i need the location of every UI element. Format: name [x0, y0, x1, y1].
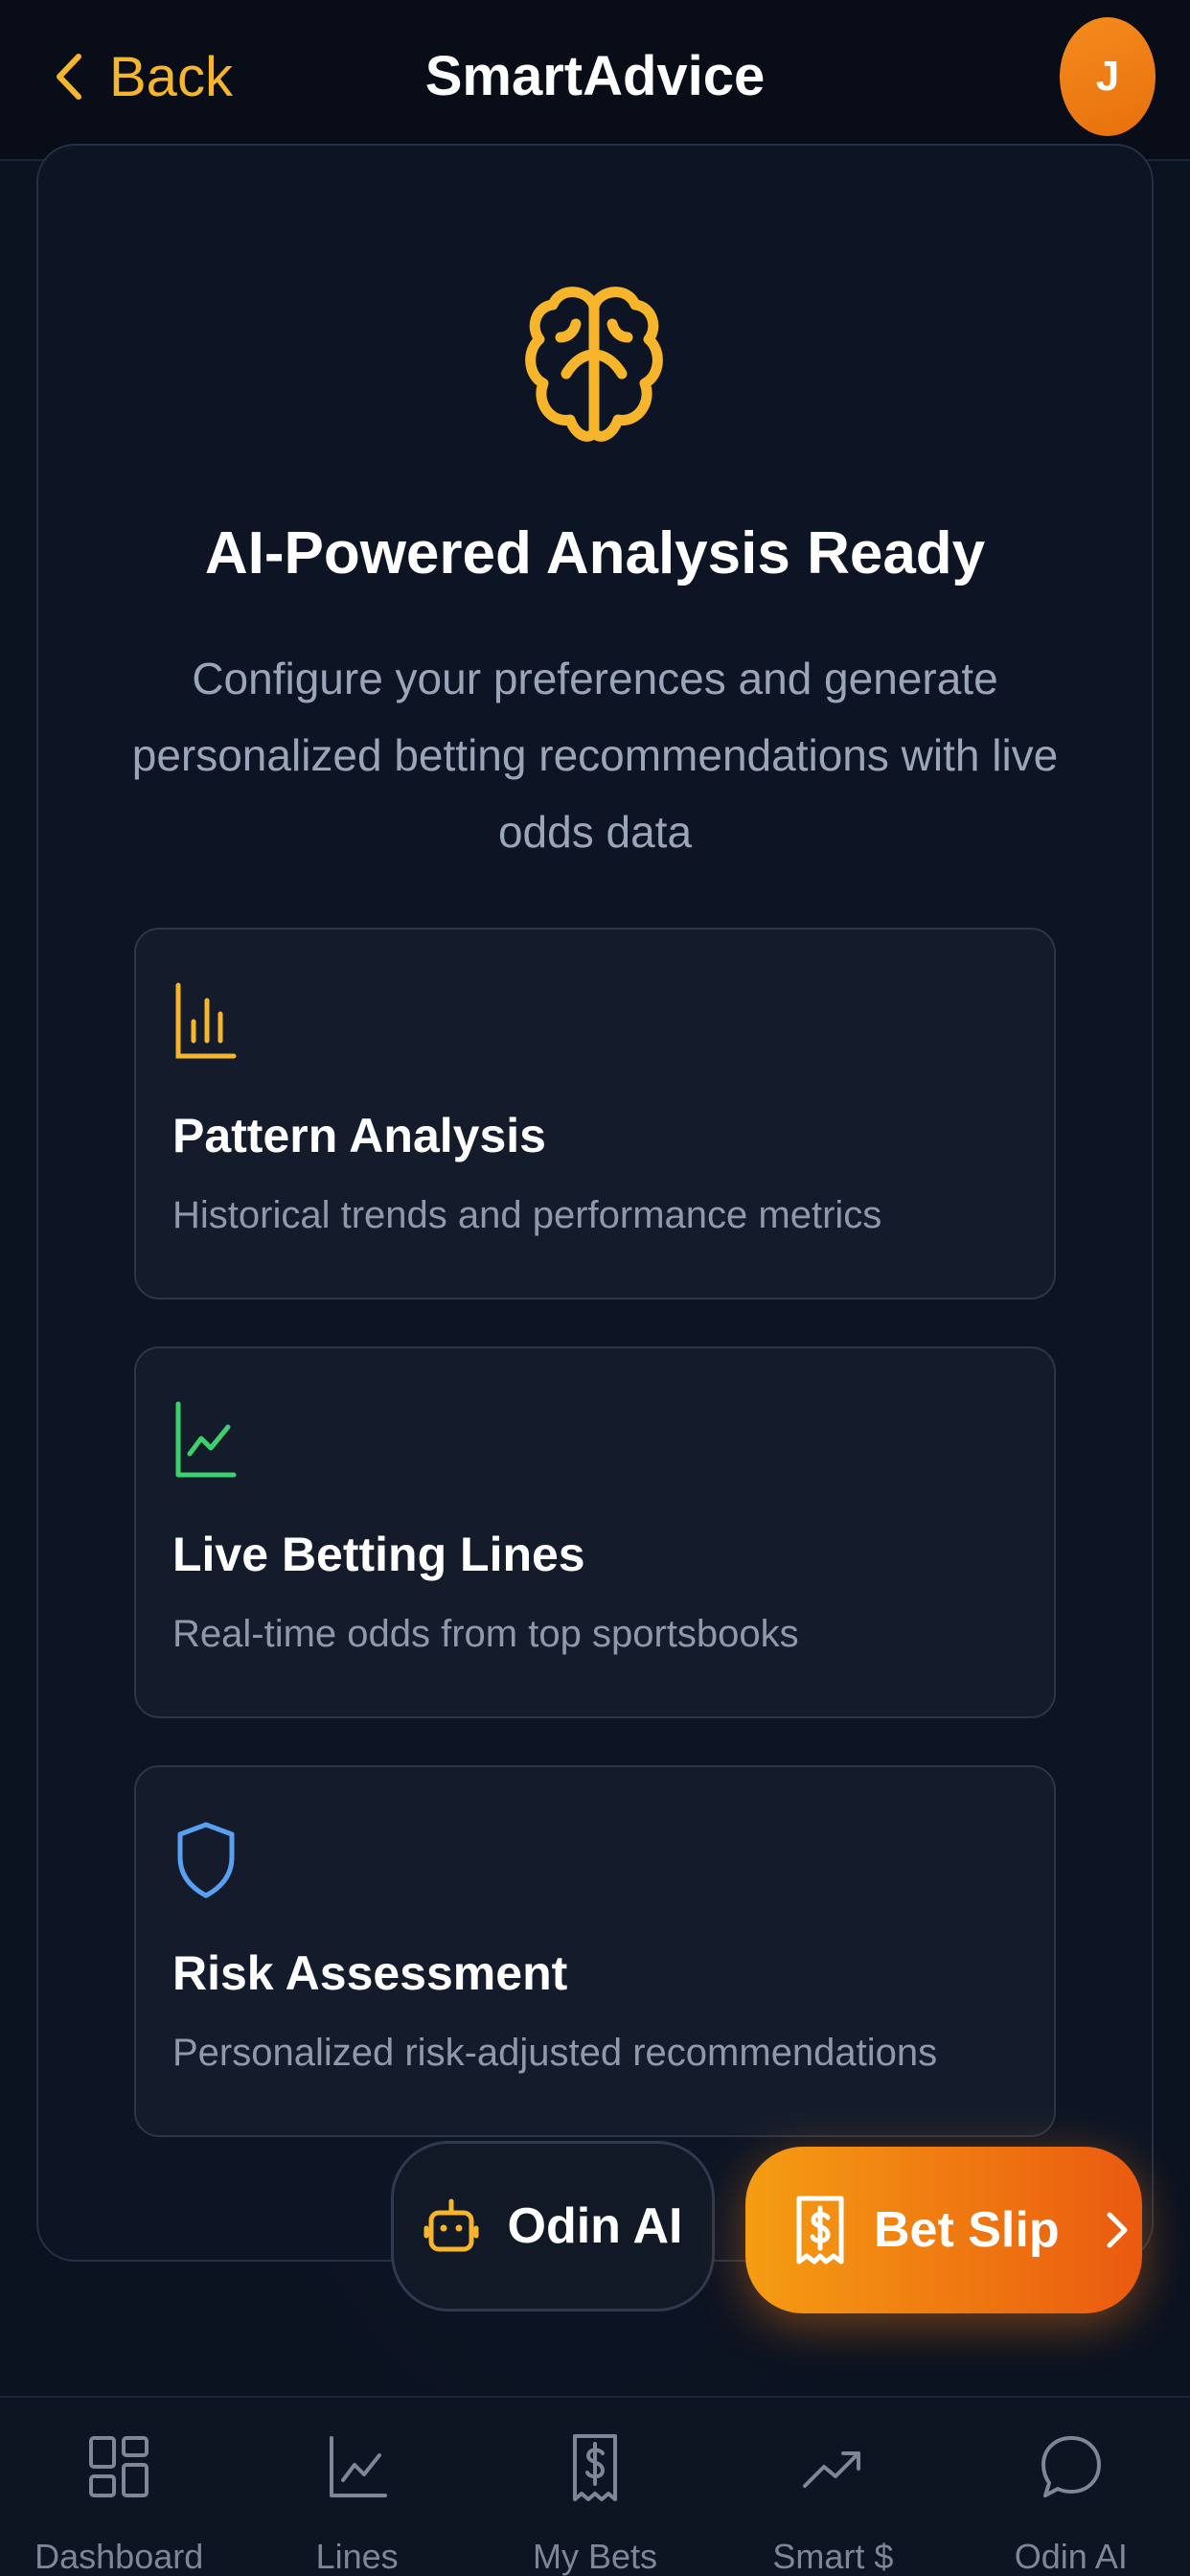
odin-ai-button[interactable]: Odin AI	[391, 2141, 715, 2312]
nav-item-lines[interactable]: Lines	[238, 2398, 475, 2576]
nav-label: Dashboard	[34, 2537, 204, 2576]
bottom-nav: Dashboard Lines My Bets Smart $ Odin AI	[0, 2396, 1190, 2576]
feature-card-pattern-analysis: Pattern Analysis Historical trends and p…	[134, 928, 1056, 1300]
nav-item-dashboard[interactable]: Dashboard	[0, 2398, 238, 2576]
grid-icon	[89, 2436, 149, 2497]
odin-ai-label: Odin AI	[507, 2198, 683, 2254]
feature-card-risk-assessment: Risk Assessment Personalized risk-adjust…	[134, 1765, 1056, 2137]
brain-icon	[525, 287, 663, 442]
page-title: SmartAdvice	[424, 45, 766, 107]
nav-item-my-bets[interactable]: My Bets	[476, 2398, 714, 2576]
bet-slip-button[interactable]: Bet Slip	[745, 2147, 1142, 2313]
bar-chart-icon	[175, 982, 237, 1059]
nav-item-smart-money[interactable]: Smart $	[714, 2398, 951, 2576]
feature-description: Historical trends and performance metric…	[172, 1194, 882, 1236]
hero-heading: AI-Powered Analysis Ready	[204, 520, 986, 586]
nav-item-odin-ai[interactable]: Odin AI	[952, 2398, 1190, 2576]
feature-title: Live Betting Lines	[172, 1528, 585, 1581]
nav-label: My Bets	[533, 2537, 658, 2576]
robot-icon	[423, 2198, 479, 2252]
receipt-dollar-icon	[796, 2196, 844, 2265]
smartadvice-screen: Back SmartAdvice J AI-Powered Analysis R…	[0, 0, 1190, 2576]
avatar[interactable]: J	[1060, 17, 1156, 136]
top-bar: Back SmartAdvice J	[0, 0, 1190, 161]
feature-description: Real-time odds from top sportsbooks	[172, 1613, 799, 1655]
bet-slip-label: Bet Slip	[874, 2202, 1060, 2258]
feature-title: Risk Assessment	[172, 1946, 568, 2000]
shield-icon	[177, 1822, 235, 1898]
nav-label: Lines	[315, 2537, 399, 2576]
nav-label: Odin AI	[1014, 2537, 1128, 2576]
trending-up-icon	[803, 2451, 861, 2488]
hero-description: Configure your preferences and generate …	[131, 654, 1059, 857]
receipt-icon	[573, 2434, 618, 2501]
feature-description: Personalized risk-adjusted recommendatio…	[172, 2032, 938, 2074]
line-chart-icon	[175, 1401, 237, 1478]
nav-label: Smart $	[772, 2537, 894, 2576]
feature-card-live-betting-lines: Live Betting Lines Real-time odds from t…	[134, 1346, 1056, 1718]
feature-title: Pattern Analysis	[172, 1109, 546, 1162]
chat-bubble-icon	[1041, 2436, 1101, 2497]
chevron-right-icon	[1107, 2212, 1128, 2248]
line-chart-icon	[329, 2436, 387, 2497]
